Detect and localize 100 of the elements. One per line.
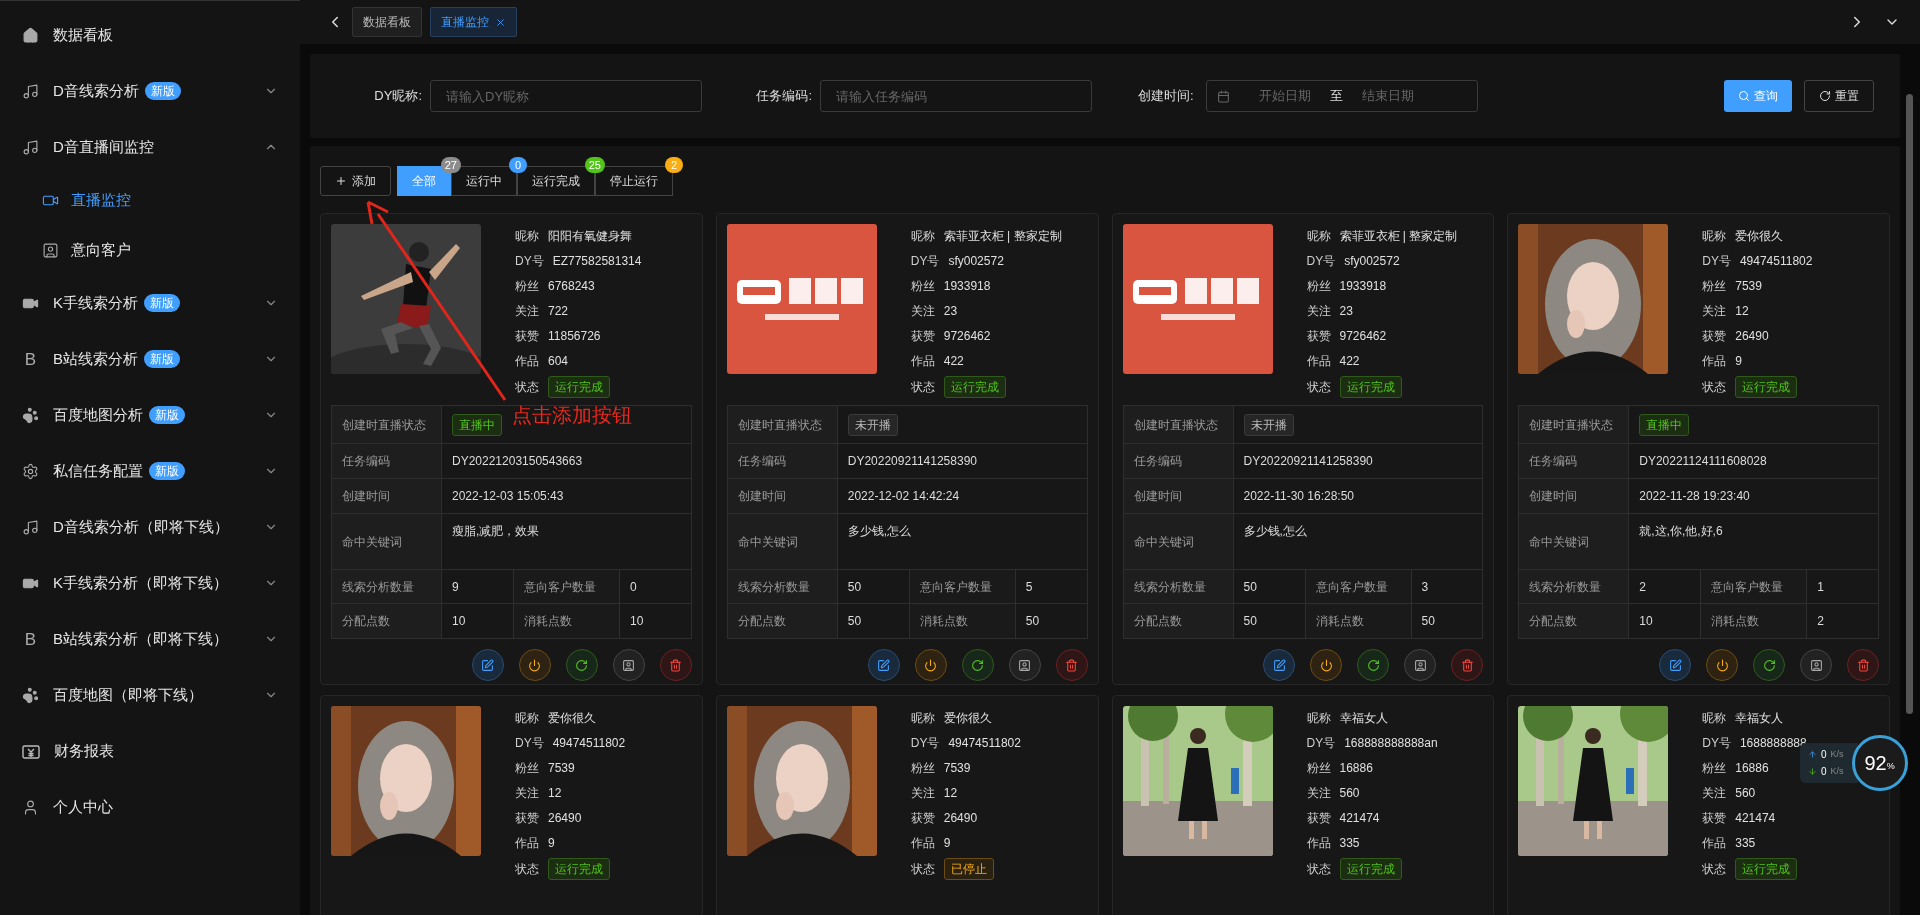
field-label: DY号 bbox=[1306, 735, 1336, 752]
stat-value: 3 bbox=[1420, 578, 1430, 596]
field-value: 7539 bbox=[548, 760, 575, 777]
sidebar-item[interactable]: B B站线索分析 新版 bbox=[0, 331, 300, 387]
status-tag: 运行完成 bbox=[1735, 858, 1798, 880]
date-range-field[interactable]: 开始日期 至 结束日期 bbox=[1205, 80, 1478, 112]
add-button[interactable]: 添加 bbox=[320, 166, 391, 196]
status-tag: 运行完成 bbox=[548, 858, 610, 880]
reset-button[interactable]: 重置 bbox=[1804, 80, 1874, 112]
detail-value: 2022-12-02 14:42:24 bbox=[847, 488, 960, 505]
upload-speed: 0 bbox=[1821, 748, 1827, 762]
field-label: 粉丝 bbox=[910, 278, 935, 295]
sidebar-item[interactable]: 私信任务配置 新版 bbox=[0, 443, 300, 499]
sidebar-item[interactable]: D音直播间监控 bbox=[0, 119, 300, 175]
sidebar-item[interactable]: K手线索分析 新版 bbox=[0, 275, 300, 331]
document-button[interactable] bbox=[1008, 649, 1041, 681]
delete-button[interactable] bbox=[1055, 649, 1088, 681]
page-tab[interactable]: 数据看板 bbox=[352, 7, 422, 37]
detail-value: DY20220921141258390 bbox=[1243, 453, 1373, 470]
power-icon bbox=[924, 658, 937, 672]
detail-label: 创建时直播状态 bbox=[1519, 406, 1630, 443]
scrollbar-thumb[interactable] bbox=[1906, 94, 1913, 714]
delete-button[interactable] bbox=[1451, 649, 1484, 681]
field-value: 9 bbox=[1735, 353, 1742, 370]
power-button[interactable] bbox=[1706, 649, 1738, 681]
field-label: 获赞 bbox=[515, 328, 539, 345]
refresh-button[interactable] bbox=[1357, 649, 1390, 681]
field-label: 关注 bbox=[1702, 785, 1727, 802]
count-badge: 27 bbox=[440, 157, 461, 173]
sidebar-item[interactable]: B B站线索分析（即将下线） bbox=[0, 611, 300, 667]
sidebar-item[interactable]: D音线索分析（即将下线） bbox=[0, 499, 300, 555]
field-label: 昵称 bbox=[1306, 228, 1331, 245]
sidebar-item[interactable]: 百度地图（即将下线） bbox=[0, 667, 300, 723]
filter-input[interactable]: 请输入任务编码 bbox=[820, 80, 1092, 112]
sidebar-item[interactable]: D音线索分析 新版 bbox=[0, 63, 300, 119]
document-icon bbox=[1809, 658, 1823, 672]
field-value: 12 bbox=[943, 785, 958, 802]
field-value: 9 bbox=[548, 835, 555, 852]
refresh-button[interactable] bbox=[1753, 649, 1785, 681]
sidebar-item-label: 意向客户 bbox=[71, 239, 131, 260]
field-value: 23 bbox=[943, 303, 958, 320]
delete-icon bbox=[669, 658, 683, 672]
field-label: 昵称 bbox=[910, 228, 935, 245]
sidebar-item[interactable]: 财务报表 bbox=[0, 723, 300, 779]
detail-value: DY20221203150543663 bbox=[452, 453, 583, 470]
field-value: 26490 bbox=[943, 810, 978, 827]
edit-button[interactable] bbox=[1659, 649, 1691, 681]
status-tag: 直播中 bbox=[1639, 413, 1690, 436]
stat-label: 线索分析数量 bbox=[1123, 570, 1234, 603]
music-note-icon bbox=[22, 518, 39, 536]
field-value: 索菲亚衣柜 | 整家定制 bbox=[1339, 228, 1458, 245]
field-value: 1688888888 bbox=[1739, 735, 1807, 752]
field-label: 关注 bbox=[1702, 303, 1727, 320]
field-value: 12 bbox=[1735, 303, 1749, 320]
field-value: 604 bbox=[548, 353, 569, 370]
field-label: DY号 bbox=[1702, 735, 1731, 752]
document-button[interactable] bbox=[1404, 649, 1437, 681]
filter-input[interactable]: 请输入DY昵称 bbox=[430, 80, 702, 112]
sidebar-item[interactable]: K手线索分析（即将下线） bbox=[0, 555, 300, 611]
status-tag: 运行完成 bbox=[548, 376, 610, 398]
field-value: 索菲亚衣柜 | 整家定制 bbox=[943, 228, 1062, 245]
field-value: 335 bbox=[1339, 835, 1360, 852]
edit-button[interactable] bbox=[471, 649, 504, 681]
delete-button[interactable] bbox=[659, 649, 692, 681]
edit-icon bbox=[877, 658, 890, 672]
detail-label: 创建时直播状态 bbox=[332, 406, 442, 443]
sidebar-subitem[interactable]: 意向客户 bbox=[0, 225, 300, 275]
delete-button[interactable] bbox=[1847, 649, 1879, 681]
sidebar-item-label: D音直播间监控 bbox=[53, 136, 154, 157]
field-label: 状态 bbox=[1702, 861, 1727, 878]
sidebar-item[interactable]: 数据看板 bbox=[0, 7, 300, 63]
field-label: 获赞 bbox=[910, 810, 935, 827]
stat-label: 线索分析数量 bbox=[727, 570, 838, 603]
new-badge: 新版 bbox=[144, 350, 180, 368]
edit-button[interactable] bbox=[1263, 649, 1296, 681]
power-button[interactable] bbox=[914, 649, 947, 681]
new-badge: 新版 bbox=[144, 294, 180, 312]
field-label: 粉丝 bbox=[1306, 278, 1331, 295]
usage-percent: 92 bbox=[1864, 753, 1887, 773]
field-label: 粉丝 bbox=[1702, 278, 1727, 295]
field-label: DY号 bbox=[910, 253, 940, 270]
sidebar-subitem[interactable]: 直播监控 bbox=[0, 175, 300, 225]
refresh-button[interactable] bbox=[961, 649, 994, 681]
refresh-button[interactable] bbox=[565, 649, 598, 681]
document-button[interactable] bbox=[1800, 649, 1832, 681]
document-button[interactable] bbox=[612, 649, 645, 681]
field-value: 12 bbox=[548, 785, 562, 802]
field-label: 获赞 bbox=[910, 328, 935, 345]
field-value: 422 bbox=[1339, 353, 1360, 370]
field-label: 状态 bbox=[1306, 379, 1331, 396]
end-date-placeholder: 结束日期 bbox=[1360, 87, 1415, 106]
field-value: 49474511802 bbox=[552, 735, 626, 752]
power-button[interactable] bbox=[518, 649, 551, 681]
field-value: sfy002572 bbox=[1344, 253, 1400, 270]
sidebar-item[interactable]: 个人中心 bbox=[0, 779, 300, 835]
page-tab[interactable]: 直播监控 bbox=[430, 7, 517, 37]
power-button[interactable] bbox=[1310, 649, 1343, 681]
close-icon[interactable] bbox=[495, 16, 506, 28]
edit-button[interactable] bbox=[867, 649, 900, 681]
sidebar-item[interactable]: 百度地图分析 新版 bbox=[0, 387, 300, 443]
